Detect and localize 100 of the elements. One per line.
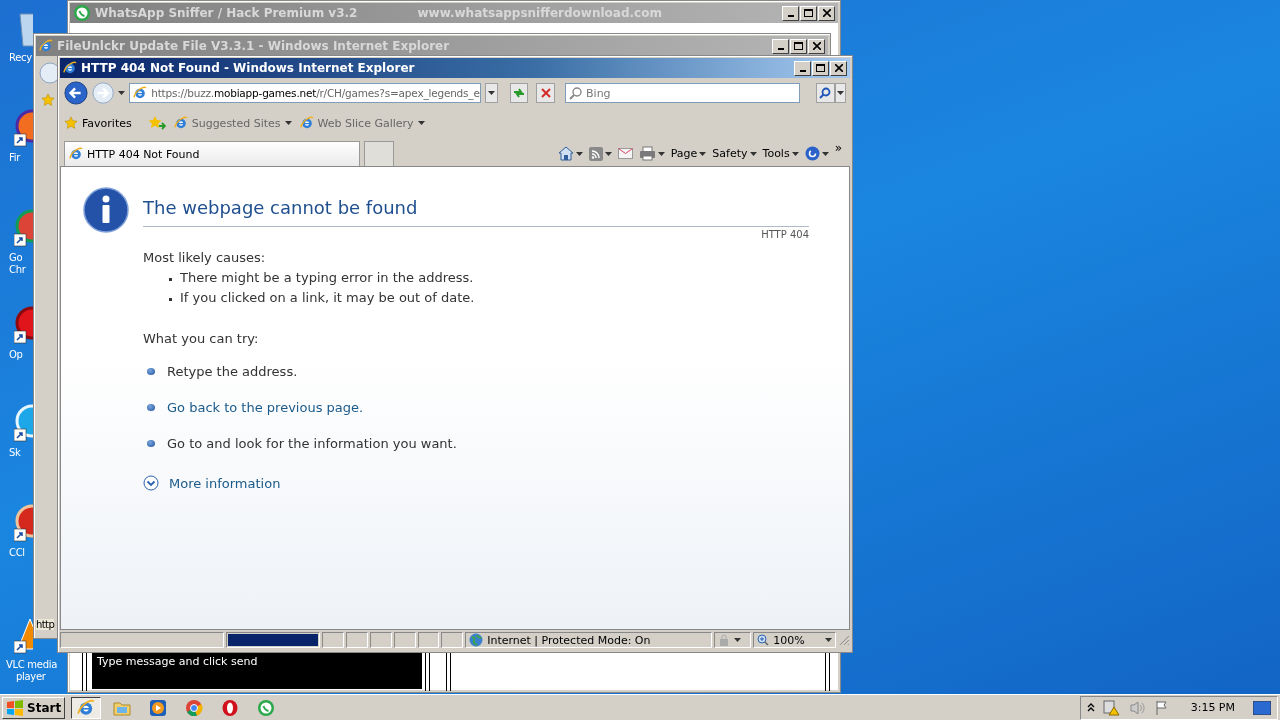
suggestion-text: Go to and look for the information you want. xyxy=(167,436,457,451)
network-warning-icon[interactable] xyxy=(1102,699,1121,716)
section-heading: What you can try: xyxy=(143,331,260,346)
phone-bubble-icon xyxy=(257,698,276,717)
security-zone: Internet | Protected Mode: On xyxy=(465,632,712,648)
status-pane xyxy=(441,632,464,648)
mail-button[interactable] xyxy=(617,148,633,159)
close-icon xyxy=(812,42,821,50)
desktop-icon-label: CCl xyxy=(9,547,25,559)
browser-icon xyxy=(133,86,148,100)
desktop-icon-label: player xyxy=(16,671,46,683)
help-button[interactable] xyxy=(804,146,829,161)
caret-icon xyxy=(417,121,425,125)
opera-icon xyxy=(221,698,240,717)
favorites-button[interactable]: Favorites xyxy=(64,116,132,130)
browser-icon xyxy=(39,39,53,53)
app-icon[interactable] xyxy=(14,208,33,248)
maximize-icon xyxy=(816,64,825,72)
minimize-button[interactable] xyxy=(772,38,789,54)
command-menu[interactable]: Safety xyxy=(712,147,757,160)
house-icon xyxy=(557,146,574,161)
maximize-icon xyxy=(804,9,813,17)
cause-text: If you clicked on a link, it may be out of date. xyxy=(180,290,475,305)
app-icon[interactable] xyxy=(14,403,33,443)
browser-icon xyxy=(77,698,96,717)
envelope-icon xyxy=(617,148,633,159)
protected-mode-button[interactable] xyxy=(713,632,752,648)
search-icon xyxy=(819,87,832,99)
star-icon xyxy=(41,93,55,107)
status-pane xyxy=(393,632,416,648)
home-button[interactable] xyxy=(557,146,583,161)
error-title: The webpage cannot be found xyxy=(143,197,419,218)
url-text: https://buzz.mobiapp-games.net/r/CH/games?s=apex_legends_e xyxy=(151,87,480,99)
app-icon[interactable] xyxy=(14,108,33,148)
back-button[interactable] xyxy=(64,80,89,106)
print-button[interactable] xyxy=(638,146,665,161)
search-field[interactable]: Bing xyxy=(565,83,801,103)
start-button[interactable]: Start xyxy=(2,696,66,719)
more-commands-button[interactable]: » xyxy=(834,141,842,155)
address-field[interactable]: https://buzz.mobiapp-games.net/r/CH/games?s=apex_legends_e xyxy=(129,83,481,103)
close-button[interactable] xyxy=(808,38,825,54)
command-menu[interactable]: Page xyxy=(670,147,707,160)
desktop-icon-label: VLC media xyxy=(6,659,58,671)
favorites-link[interactable]: Web Slice Gallery xyxy=(299,116,425,130)
clock[interactable]: 3:15 PM xyxy=(1190,701,1235,714)
more-information-link[interactable]: More information xyxy=(169,475,281,491)
folder-icon xyxy=(113,699,132,716)
desktop-icon-label: Sk xyxy=(9,447,21,459)
browser-tab[interactable]: HTTP 404 Not Found xyxy=(64,141,360,166)
flag-icon[interactable] xyxy=(1154,699,1169,716)
caret-icon xyxy=(284,121,292,125)
show-desktop-icon[interactable] xyxy=(1253,700,1271,715)
caret-icon xyxy=(699,151,707,156)
expand-icon[interactable] xyxy=(143,475,159,491)
dropdown-button[interactable] xyxy=(484,83,498,103)
info-icon xyxy=(83,187,129,233)
resize-grip[interactable] xyxy=(838,634,850,646)
maximize-button[interactable] xyxy=(812,60,829,76)
close-icon xyxy=(540,88,551,98)
desktop-icon-label: Op xyxy=(9,349,23,361)
bullet-icon xyxy=(147,368,155,375)
status-pane xyxy=(370,632,392,648)
app-icon[interactable] xyxy=(14,503,33,543)
window-title: WhatsApp Sniffer / Hack Premium v3.2 xyxy=(95,6,358,20)
caret-icon xyxy=(836,91,844,95)
desktop-icon-label: Chr xyxy=(9,264,26,276)
zoom-icon xyxy=(757,634,770,646)
zoom-button[interactable]: 100% xyxy=(753,632,837,648)
stop-button[interactable] xyxy=(536,83,556,103)
minimize-button[interactable] xyxy=(794,60,811,76)
desktop-icon-label: Go xyxy=(9,252,23,264)
back-link[interactable]: Go back to the previous page. xyxy=(167,400,364,415)
search-icon xyxy=(569,86,583,100)
close-icon xyxy=(822,9,831,17)
browser-icon xyxy=(173,116,188,130)
maximize-button[interactable] xyxy=(790,38,807,54)
status-pane xyxy=(322,632,345,648)
close-icon xyxy=(834,64,843,72)
caret-icon xyxy=(825,638,833,642)
caret-icon xyxy=(749,151,757,156)
caret-icon xyxy=(118,91,126,95)
status-text: http xyxy=(36,619,55,630)
minimize-button[interactable] xyxy=(782,5,799,21)
app-icon[interactable] xyxy=(14,305,33,345)
maximize-button[interactable] xyxy=(800,5,817,21)
close-button[interactable] xyxy=(830,60,847,76)
search-button[interactable] xyxy=(816,83,835,103)
favorites-link[interactable]: Suggested Sites xyxy=(173,116,292,130)
caret-icon xyxy=(487,91,495,95)
command-menu[interactable]: Tools xyxy=(762,147,799,160)
chevron-up-icon[interactable] xyxy=(1086,703,1095,712)
chrome-icon xyxy=(185,698,204,717)
window-title: FileUnlckr Update File V3.3.1 - Windows Internet Explorer xyxy=(57,39,450,53)
taskbar-app-button[interactable] xyxy=(71,696,102,719)
close-button[interactable] xyxy=(818,5,835,21)
feeds-button[interactable] xyxy=(588,146,612,161)
refresh-button[interactable] xyxy=(509,83,529,103)
message-box[interactable]: Type message and click send xyxy=(92,653,422,689)
caret-icon xyxy=(821,151,829,156)
star-icon xyxy=(64,116,78,130)
